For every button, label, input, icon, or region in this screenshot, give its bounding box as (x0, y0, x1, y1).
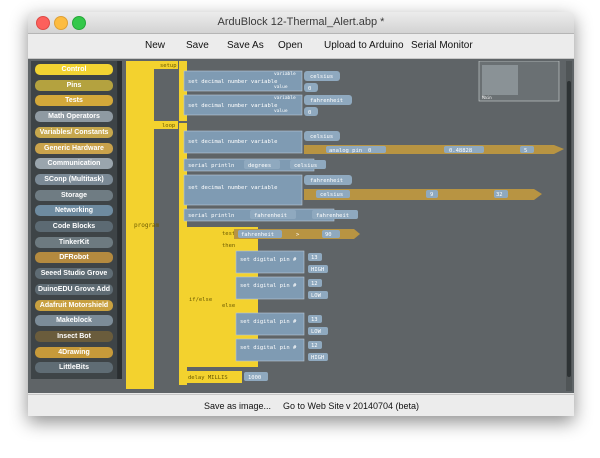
fahrenheit-text: fahrenheit (254, 213, 287, 219)
block-category-palette: Control Pins Tests Math Operators Variables/… (31, 61, 118, 379)
fahrenheit-var-2: fahrenheit (310, 178, 343, 184)
analog-pin-label: analog pin # (329, 148, 369, 154)
category-tinkerkit[interactable]: TinkerKit (35, 236, 113, 248)
category-makeblock[interactable]: Makeblock (35, 315, 113, 327)
fahrenheit-var-3: fahrenheit (316, 213, 349, 219)
low-value-2: LOW (311, 329, 322, 335)
save-as-image-button[interactable]: Save as image... (204, 401, 271, 411)
category-communication[interactable]: Communication (35, 158, 113, 170)
version-label: v 20140704 (beta) (346, 401, 420, 411)
upload-button[interactable]: Upload to Arduino (324, 40, 404, 51)
set-digital-pin-label-2: set digital pin # (240, 283, 297, 289)
serial-println-label-2: serial println (188, 213, 234, 219)
set-digital-pin-label-4: set digital pin # (240, 345, 297, 351)
high-value: HIGH (311, 267, 324, 273)
category-code-blocks[interactable]: Code Blocks (35, 221, 113, 232)
palette-scrollbar[interactable] (118, 61, 122, 379)
else-label: else (222, 303, 235, 309)
serial-println-label: serial println (188, 163, 234, 169)
ifelse-label: if/else (189, 297, 212, 303)
set-digital-pin-label-3: set digital pin # (240, 319, 297, 325)
pin12-2: 12 (311, 343, 318, 349)
zero-value-2: 0 (308, 110, 311, 116)
loop-label: loop (162, 123, 175, 129)
block-program: program setup set decimal number variabl… (126, 61, 564, 389)
fahrenheit-var-4: fahrenheit (241, 232, 274, 238)
celsius-var-3: celsius (294, 163, 317, 169)
category-variables-constants[interactable]: Variables/ Constants (35, 126, 113, 138)
fahrenheit-var: fahrenheit (310, 98, 343, 104)
setup-label: setup (160, 63, 177, 69)
pin13: 13 (311, 255, 318, 261)
test-label: test (222, 231, 235, 237)
value-label-2: value (274, 108, 288, 114)
window-title: ArduBlock 12-Thermal_Alert.abp * (217, 16, 385, 28)
category-duinoedu-grove-add[interactable]: DuinoEDU Grove Add (35, 283, 113, 295)
factor-value: 0.48828 (449, 148, 472, 154)
high-value-2: HIGH (311, 355, 324, 361)
block-canvas[interactable]: program setup set decimal number variabl… (124, 61, 564, 391)
delay-value: 1000 (248, 375, 261, 381)
category-math-operators[interactable]: Math Operators (35, 111, 113, 123)
low-value: LOW (311, 293, 322, 299)
pin13-2: 13 (311, 317, 318, 323)
pin12: 12 (311, 281, 318, 287)
go-to-website-button[interactable]: Go to Web Site (283, 401, 344, 411)
set-decimal-label-4: set decimal number variable (188, 185, 277, 191)
serial-monitor-button[interactable]: Serial Monitor (411, 40, 473, 51)
minimap-label: Main (482, 95, 492, 100)
value-label: value (274, 84, 288, 90)
degrees-label: degrees (248, 163, 271, 169)
celsius-var: celsius (310, 74, 333, 80)
category-control[interactable]: Control (35, 64, 113, 75)
threshold-value: 90 (325, 232, 332, 238)
category-dfrobot[interactable]: DFRobot (35, 252, 113, 264)
set-decimal-label-2: set decimal number variable (188, 103, 277, 109)
category-sconp-multitask[interactable]: SConp (Multitask) (35, 173, 113, 185)
save-button[interactable]: Save (186, 40, 209, 51)
workspace: Control Pins Tests Math Operators Variables/… (28, 59, 574, 393)
category-seeed-studio-grove[interactable]: Seeed Studio Grove (35, 268, 113, 280)
category-generic-hardware[interactable]: Generic Hardware (35, 142, 113, 154)
zero-value: 0 (308, 86, 311, 92)
category-4drawing[interactable]: 4Drawing (35, 346, 113, 358)
category-adafruit-motorshield[interactable]: Adafruit Motorshield (35, 299, 113, 311)
variable-label: variable (274, 71, 296, 77)
celsius-var-2: celsius (310, 134, 333, 140)
app-window: ArduBlock 12-Thermal_Alert.abp * New Sav… (28, 12, 574, 416)
analog-pin-value: 0 (368, 148, 371, 154)
canvas-scrollbar[interactable] (566, 61, 572, 391)
variable-label-2: variable (274, 95, 296, 101)
category-insect-bot[interactable]: Insect Bot (35, 330, 113, 342)
save-as-button[interactable]: Save As (227, 40, 264, 51)
category-littlebits[interactable]: LittleBits (35, 362, 113, 374)
open-button[interactable]: Open (278, 40, 302, 51)
divide-value: 5 (524, 148, 527, 154)
thirty-two-value: 32 (496, 192, 503, 198)
then-label: then (222, 243, 235, 249)
category-pins[interactable]: Pins (35, 79, 113, 91)
category-networking[interactable]: Networking (35, 205, 113, 217)
status-bar: Save as image... Go to Web Site v 201407… (28, 394, 574, 416)
celsius-var-4: celsius (320, 192, 343, 198)
program-label: program (134, 222, 160, 229)
title-bar: ArduBlock 12-Thermal_Alert.abp * (28, 12, 574, 34)
new-button[interactable]: New (145, 40, 165, 51)
set-decimal-label: set decimal number variable (188, 79, 277, 85)
canvas-scroll-thumb[interactable] (567, 81, 571, 377)
set-decimal-label-3: set decimal number variable (188, 139, 277, 145)
category-tests[interactable]: Tests (35, 95, 113, 107)
set-digital-pin-label: set digital pin # (240, 257, 297, 263)
toolbar: New Save Save As Open Upload to Arduino … (28, 34, 574, 59)
delay-label: delay MILLIS (188, 375, 228, 381)
category-storage[interactable]: Storage (35, 189, 113, 201)
nine-value: 9 (430, 192, 433, 198)
